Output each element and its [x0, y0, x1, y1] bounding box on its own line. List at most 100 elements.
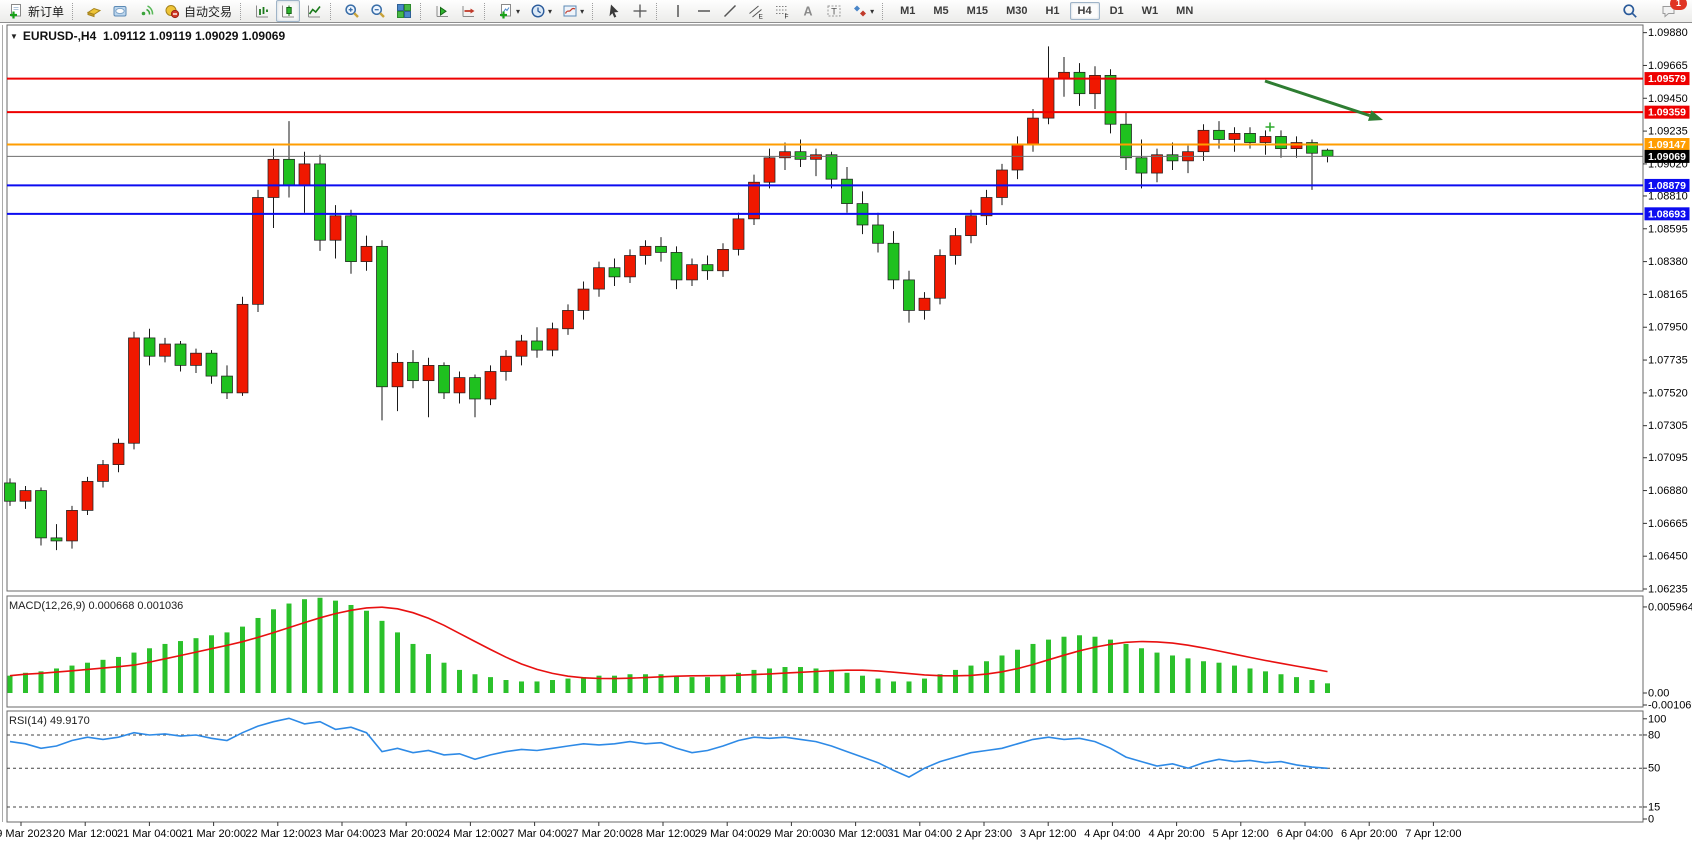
- time-label: 22 Mar 12:00: [245, 828, 310, 840]
- macd-bar: [845, 673, 850, 693]
- time-label: 21 Mar 20:00: [181, 828, 246, 840]
- text-button[interactable]: A: [796, 0, 820, 22]
- line-chart-button[interactable]: [302, 0, 326, 22]
- timeframe-button-M5[interactable]: M5: [925, 2, 956, 20]
- bar-chart-icon: [254, 3, 270, 19]
- notification-badge[interactable]: 1: [1670, 0, 1687, 10]
- macd-bar: [349, 605, 354, 693]
- timeframe-button-D1[interactable]: D1: [1102, 2, 1132, 20]
- notifications-button[interactable]: 1: [1657, 0, 1681, 22]
- tile-windows-button[interactable]: [392, 0, 416, 22]
- strategy-tester-button[interactable]: [134, 0, 158, 22]
- candlestick: [408, 362, 419, 380]
- dropdown-arrow-icon[interactable]: ▾: [548, 7, 552, 16]
- rsi-axis-label: 50: [1648, 763, 1660, 775]
- candlestick: [98, 465, 109, 482]
- price-chart-canvas[interactable]: 1.098801.096651.094501.092351.090201.088…: [0, 23, 1692, 847]
- candlestick: [640, 246, 651, 255]
- vertical-line-button[interactable]: [666, 0, 690, 22]
- time-label: 5 Apr 12:00: [1213, 828, 1269, 840]
- time-label: 27 Mar 04:00: [502, 828, 567, 840]
- toolbar-separator: [240, 3, 245, 20]
- timeframe-button-M30[interactable]: M30: [998, 2, 1035, 20]
- vertical-line-icon: [670, 3, 686, 19]
- chart-area[interactable]: 1.098801.096651.094501.092351.090201.088…: [0, 23, 1692, 847]
- dropdown-arrow-icon[interactable]: ▾: [580, 7, 584, 16]
- zoom-in-button[interactable]: [340, 0, 364, 22]
- candlestick: [51, 538, 62, 541]
- candlestick: [377, 246, 388, 386]
- equidistant-channel-button[interactable]: E: [744, 0, 768, 22]
- macd-bar: [178, 641, 183, 693]
- timeframe-button-MN[interactable]: MN: [1168, 2, 1201, 20]
- cursor-button[interactable]: [602, 0, 626, 22]
- candlestick: [392, 362, 403, 386]
- dropdown-arrow-icon[interactable]: ▾: [870, 7, 874, 16]
- rsi-axis-label: 80: [1648, 729, 1660, 741]
- timeframe-button-M15[interactable]: M15: [959, 2, 996, 20]
- timeframe-button-H4[interactable]: H4: [1070, 2, 1100, 20]
- candlestick: [702, 265, 713, 271]
- horizontal-line-button[interactable]: [692, 0, 716, 22]
- autotrading-button[interactable]: 自动交易: [160, 0, 236, 22]
- time-label: 19 Mar 2023: [0, 828, 52, 840]
- chart-menu-caret-icon[interactable]: ▼: [10, 32, 18, 41]
- macd-bar: [70, 666, 75, 693]
- cursor-icon: [606, 3, 622, 19]
- trend-arrow-object[interactable]: [1265, 81, 1370, 116]
- plus-marker-object[interactable]: [1266, 123, 1275, 132]
- candlestick: [1260, 136, 1271, 142]
- market-watch-button[interactable]: [82, 0, 106, 22]
- timeframe-button-W1[interactable]: W1: [1134, 2, 1167, 20]
- autotrading-icon: [164, 3, 180, 19]
- chart-shift-button[interactable]: [456, 0, 480, 22]
- macd-bar: [984, 661, 989, 693]
- price-tick-label: 1.09665: [1648, 60, 1688, 72]
- candlestick: [144, 338, 155, 356]
- timeframe-button-M1[interactable]: M1: [892, 2, 923, 20]
- macd-bar: [1217, 663, 1222, 693]
- candlestick: [578, 289, 589, 310]
- search-button[interactable]: [1618, 0, 1642, 22]
- arrows-button[interactable]: ▾: [848, 0, 878, 22]
- candlestick-button[interactable]: [276, 0, 300, 22]
- macd-bar: [23, 673, 28, 693]
- fibonacci-button[interactable]: F: [770, 0, 794, 22]
- data-window-button[interactable]: [108, 0, 132, 22]
- macd-bar: [1232, 666, 1237, 693]
- macd-indicator-label: MACD(12,26,9) 0.000668 0.001036: [9, 600, 183, 612]
- candlestick: [82, 481, 93, 510]
- candlestick: [485, 371, 496, 398]
- candlestick: [361, 246, 372, 261]
- candlestick: [1105, 75, 1116, 124]
- candlestick: [671, 252, 682, 279]
- macd-bar: [876, 679, 881, 693]
- macd-bar: [1000, 655, 1005, 693]
- dropdown-arrow-icon[interactable]: ▾: [516, 7, 520, 16]
- candlestick: [1229, 133, 1240, 139]
- price-tag-label: 1.08693: [1648, 208, 1686, 220]
- bar-chart-button[interactable]: [250, 0, 274, 22]
- auto-scroll-button[interactable]: [430, 0, 454, 22]
- toolbar-separator: [330, 3, 335, 20]
- toolbar-separator: [72, 3, 77, 20]
- new-order-button[interactable]: 新订单: [4, 0, 68, 22]
- periods-button[interactable]: ▾: [526, 0, 556, 22]
- candlestick: [1136, 158, 1147, 173]
- timeframe-button-H1[interactable]: H1: [1037, 2, 1067, 20]
- label-icon: T: [826, 3, 842, 19]
- price-tick-label: 1.08810: [1648, 190, 1688, 202]
- mt4-terminal-window: 新订单 自动交易 ▾ ▾ ▾ EFAT ▾ M1M5M15M30H1H4D1W1MN 1 1.0…: [0, 0, 1692, 847]
- label-button[interactable]: T: [822, 0, 846, 22]
- templates-button[interactable]: ▾: [558, 0, 588, 22]
- crosshair-button[interactable]: [628, 0, 652, 22]
- zoom-out-icon: [370, 3, 386, 19]
- indicators-button[interactable]: ▾: [494, 0, 524, 22]
- trendline-button[interactable]: [718, 0, 742, 22]
- zoom-out-button[interactable]: [366, 0, 390, 22]
- candlestick: [1059, 72, 1070, 78]
- candlestick: [1012, 144, 1023, 170]
- candlestick: [625, 255, 636, 276]
- macd-bar: [132, 653, 137, 693]
- macd-bar: [240, 627, 245, 693]
